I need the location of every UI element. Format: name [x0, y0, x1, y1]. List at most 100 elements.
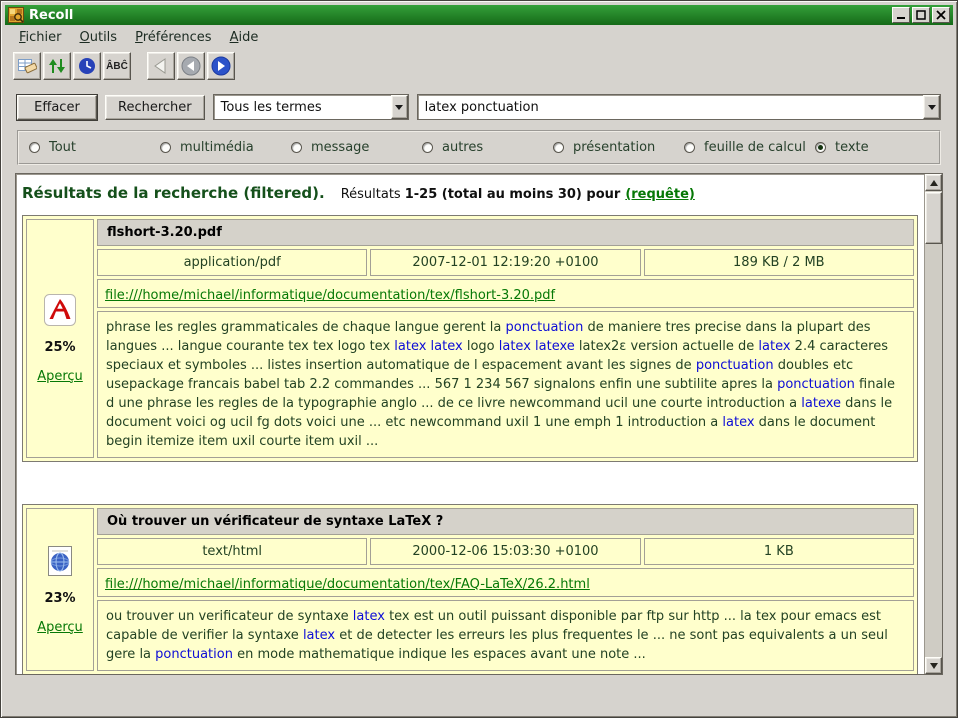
minimize-button[interactable] — [892, 7, 910, 23]
search-mode-dropdown-button[interactable] — [391, 95, 408, 119]
search-button[interactable]: Rechercher — [105, 95, 205, 120]
term-explorer-icon: ÂBĈ — [106, 61, 128, 72]
preview-link[interactable]: Aperçu — [37, 620, 83, 635]
sort-by-dates-button[interactable] — [43, 52, 71, 80]
menu-bar: FichierOutilsPréférencesAide — [5, 25, 953, 50]
filter-label: multimédia — [180, 140, 254, 155]
result-url-link[interactable]: file:///home/michael/informatique/docume… — [105, 577, 590, 592]
close-button[interactable] — [932, 7, 950, 23]
previous-page-button[interactable] — [177, 52, 205, 80]
result-mime: application/pdf — [97, 249, 367, 276]
query-link[interactable]: (requête) — [625, 187, 695, 202]
chevron-down-icon — [395, 105, 403, 110]
result-url-link[interactable]: file:///home/michael/informatique/docume… — [105, 288, 555, 303]
result-size: 189 KB / 2 MB — [644, 249, 914, 276]
snippet-text: en mode mathematique indique les espaces… — [233, 647, 646, 662]
filter-label: feuille de calcul — [704, 140, 806, 155]
arrow-up-icon — [930, 180, 938, 186]
radio-icon — [553, 142, 564, 153]
clear-search-button[interactable] — [13, 52, 41, 80]
scrollbar-track[interactable] — [925, 191, 942, 657]
arrow-down-icon — [930, 663, 938, 669]
file-type-icon — [44, 545, 76, 577]
file-type-icon — [44, 294, 76, 326]
result-url-cell: file:///home/michael/informatique/docume… — [97, 279, 914, 308]
scrollbar-thumb[interactable] — [925, 192, 942, 244]
scroll-up-button[interactable] — [925, 174, 942, 191]
search-mode-value: Tous les termes — [214, 95, 391, 119]
menu-preferences[interactable]: Préférences — [127, 28, 219, 47]
term-explorer-button[interactable]: ÂBĈ — [103, 52, 131, 80]
results-scrollbar[interactable] — [924, 174, 942, 674]
result-side-panel: 23% Aperçu — [26, 508, 94, 671]
filter-label: autres — [442, 140, 483, 155]
history-button[interactable] — [73, 52, 101, 80]
tool-group-main: ÂBĈ — [13, 52, 131, 80]
first-page-button[interactable] — [147, 52, 175, 80]
tool-group-navigation — [147, 52, 235, 80]
highlighted-term: latex — [758, 339, 790, 354]
sort-by-dates-icon — [47, 56, 67, 76]
filter-feuille-de-calcul[interactable]: feuille de calcul — [684, 140, 815, 155]
result-mime: text/html — [97, 538, 367, 565]
menu-outils[interactable]: Outils — [72, 28, 126, 47]
result-size: 1 KB — [644, 538, 914, 565]
highlighted-term: ponctuation — [155, 647, 233, 662]
highlighted-term: ponctuation — [696, 358, 774, 373]
filter-label: Tout — [49, 140, 76, 155]
highlighted-term: latex latexe — [499, 339, 575, 354]
recoll-window: Recoll FichierOutilsPréférencesAide — [0, 0, 958, 718]
app-icon — [8, 7, 24, 23]
snippet-text: ou trouver un verificateur de syntaxe — [106, 609, 353, 624]
menu-fichier[interactable]: Fichier — [11, 28, 70, 47]
clear-search-icon — [17, 56, 37, 76]
filter-label: texte — [835, 140, 869, 155]
title-bar[interactable]: Recoll — [5, 5, 953, 25]
first-page-icon — [150, 55, 172, 77]
search-history-dropdown-button[interactable] — [923, 95, 940, 119]
radio-selected-icon — [815, 142, 826, 153]
filter-autres[interactable]: autres — [422, 140, 553, 155]
result-snippet: phrase les regles grammaticales de chaqu… — [97, 311, 914, 458]
highlighted-term: latexe — [801, 396, 841, 411]
filter-multimedia[interactable]: multimédia — [160, 140, 291, 155]
search-controls: Effacer Rechercher Tous les termes latex… — [5, 86, 953, 122]
radio-icon — [422, 142, 433, 153]
radio-icon — [291, 142, 302, 153]
clear-button[interactable]: Effacer — [17, 95, 97, 120]
result-detail-panel: flshort-3.20.pdf application/pdf 2007-12… — [97, 219, 914, 458]
next-page-button[interactable] — [207, 52, 235, 80]
results-summary-label: Résultats — [341, 187, 401, 202]
results-area: Résultats de la recherche (filtered). Rés… — [15, 173, 943, 675]
highlighted-term: latex — [303, 628, 335, 643]
result-url-cell: file:///home/michael/informatique/docume… — [97, 568, 914, 597]
search-query-value: latex ponctuation — [418, 95, 923, 119]
filter-label: présentation — [573, 140, 655, 155]
snippet-text: latex2ε version actuelle de — [575, 339, 759, 354]
relevance-percent: 25% — [44, 340, 75, 355]
menu-aide[interactable]: Aide — [222, 28, 267, 47]
filter-presentation[interactable]: présentation — [553, 140, 684, 155]
minimize-icon — [895, 10, 907, 20]
filter-message[interactable]: message — [291, 140, 422, 155]
result-side-panel: 25% Aperçu — [26, 219, 94, 458]
maximize-button[interactable] — [912, 7, 930, 23]
results-content: Résultats de la recherche (filtered). Rés… — [16, 174, 924, 674]
highlighted-term: ponctuation — [777, 377, 855, 392]
highlighted-term: latex — [722, 415, 754, 430]
highlighted-term: ponctuation — [506, 320, 584, 335]
filter-label: message — [311, 140, 369, 155]
scroll-down-button[interactable] — [925, 657, 942, 674]
radio-icon — [29, 142, 40, 153]
result-date: 2000-12-06 15:03:30 +0100 — [370, 538, 640, 565]
filter-bar: Tout multimédia message autres présentation f… — [17, 130, 941, 165]
results-header-title: Résultats de la recherche (filtered). — [22, 184, 325, 202]
preview-link[interactable]: Aperçu — [37, 369, 83, 384]
filter-tout[interactable]: Tout — [29, 140, 160, 155]
snippet-text: logo — [463, 339, 499, 354]
filter-texte[interactable]: texte — [815, 140, 869, 155]
search-mode-select[interactable]: Tous les termes — [213, 94, 409, 120]
results-header: Résultats de la recherche (filtered). Rés… — [18, 178, 922, 215]
search-input[interactable]: latex ponctuation — [417, 94, 941, 120]
window-controls — [892, 7, 950, 23]
